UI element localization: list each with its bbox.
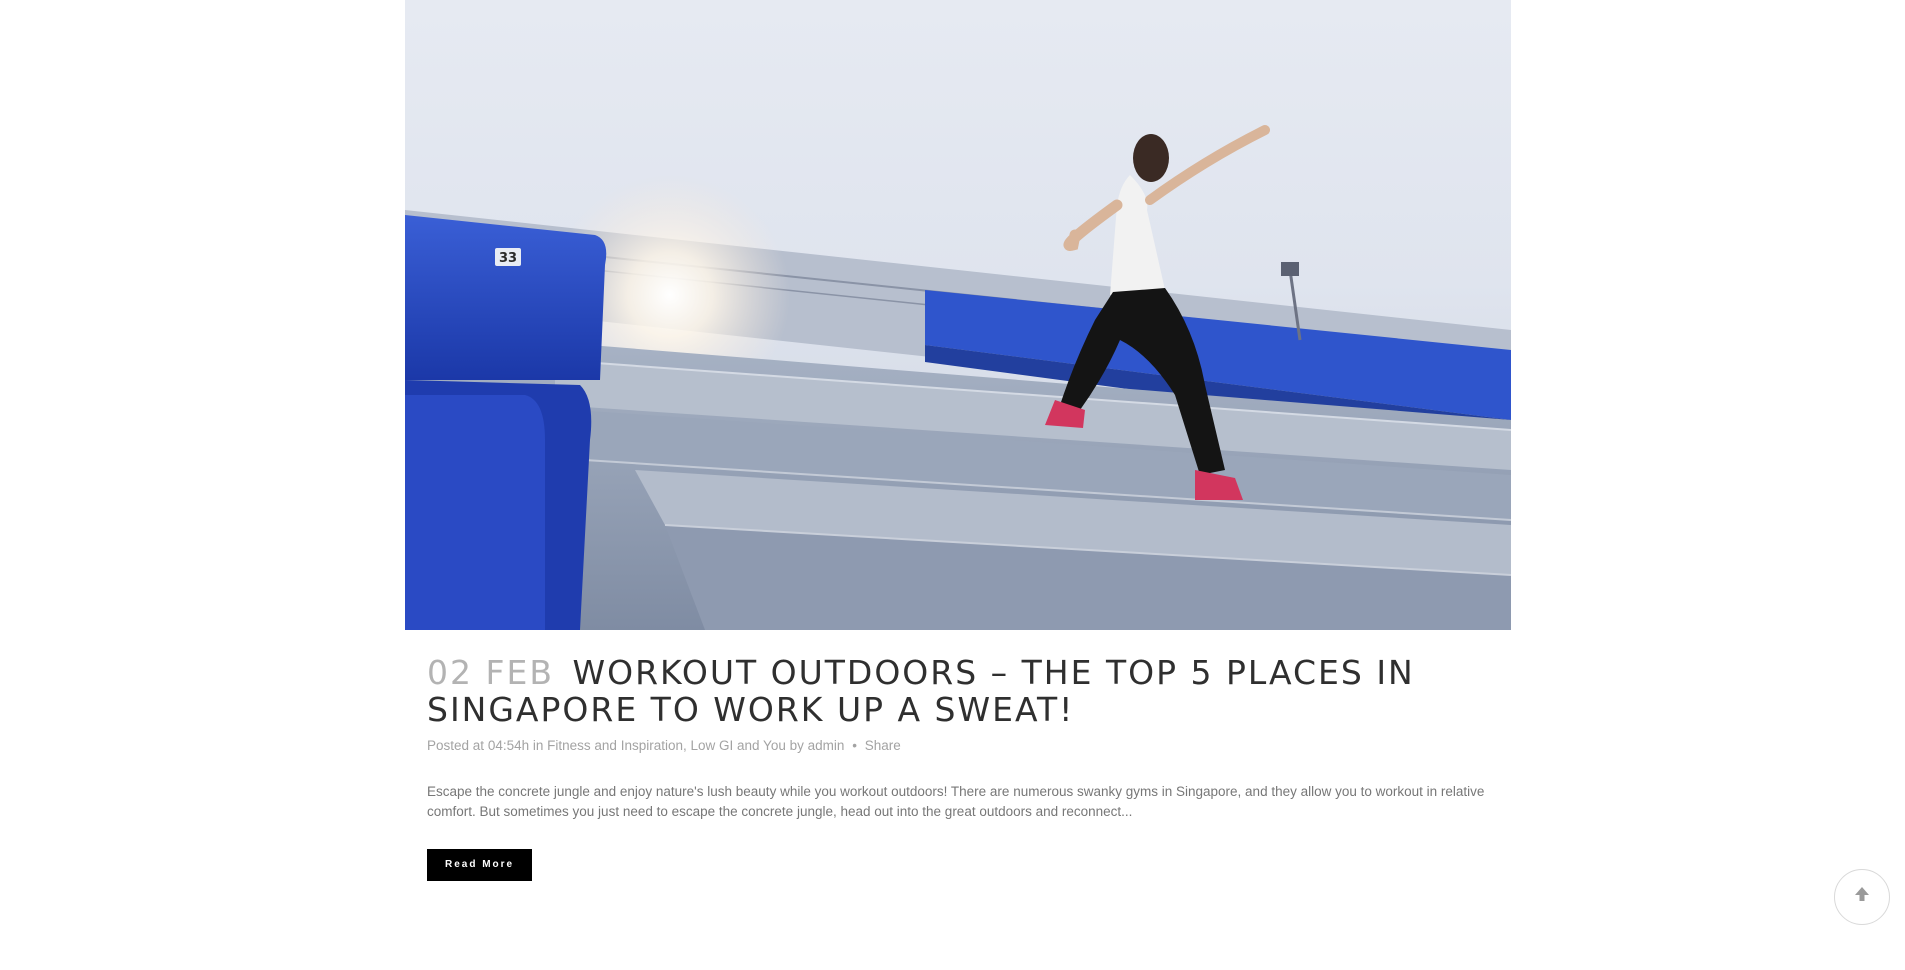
blog-post: 33 02 FEB Workout Outdoors – The Top 5 P… xyxy=(405,0,1511,881)
back-to-top-button[interactable] xyxy=(1834,869,1890,925)
post-time: 04:54h xyxy=(487,738,530,753)
post-excerpt: Escape the concrete jungle and enjoy nat… xyxy=(427,784,1485,819)
category-link-fitness[interactable]: Fitness and Inspiration xyxy=(547,738,683,753)
arrow-up-icon xyxy=(1852,884,1872,910)
read-more-button[interactable]: Read More xyxy=(427,849,533,881)
featured-image[interactable]: 33 xyxy=(405,0,1511,630)
post-date-month: FEB xyxy=(485,653,554,692)
post-title-text[interactable]: Workout Outdoors – The Top 5 Places in S… xyxy=(427,653,1415,729)
seat-number: 33 xyxy=(499,251,517,266)
share-link[interactable]: Share xyxy=(865,738,901,753)
in-label: in xyxy=(532,738,544,753)
category-link-low-gi[interactable]: Low GI and You xyxy=(691,738,786,753)
post-date-day: 02 xyxy=(427,653,473,692)
post-date: 02 FEB xyxy=(427,653,554,692)
post-body: 02 FEB Workout Outdoors – The Top 5 Plac… xyxy=(405,630,1511,881)
posted-label: Posted at xyxy=(427,738,485,753)
post-meta: Posted at 04:54h in Fitness and Inspirat… xyxy=(427,738,901,753)
author-link[interactable]: admin xyxy=(808,738,845,753)
by-label: by xyxy=(789,738,804,753)
meta-separator: • xyxy=(852,738,857,753)
post-title[interactable]: 02 FEB Workout Outdoors – The Top 5 Plac… xyxy=(427,654,1489,728)
